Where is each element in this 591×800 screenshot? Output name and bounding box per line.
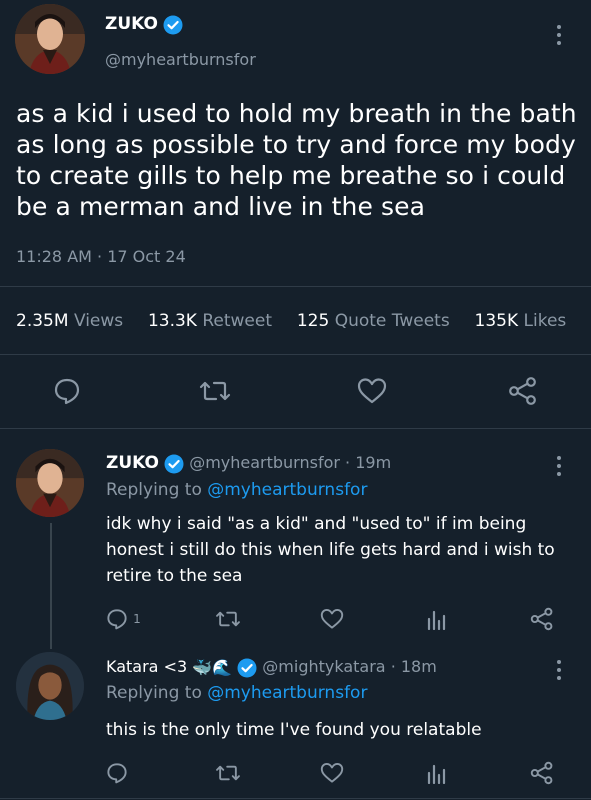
share-icon[interactable] <box>530 607 554 631</box>
reply-text: idk why i said "as a kid" and "used to" … <box>106 514 555 586</box>
retweet-icon[interactable] <box>215 762 241 784</box>
name-emojis: 🐳🌊 <box>192 658 233 677</box>
replying-to: Replying to @myheartburnsfor <box>106 480 368 500</box>
retweet-icon[interactable] <box>199 377 231 405</box>
verified-badge-icon <box>237 658 257 678</box>
likes-stat[interactable]: 135K Likes <box>475 311 567 331</box>
katara-avatar[interactable] <box>16 652 84 720</box>
views-stat[interactable]: 2.35M Views <box>16 311 123 331</box>
retweets-stat[interactable]: 13.3K Retweet <box>148 311 272 331</box>
divider <box>0 798 591 799</box>
reply-icon[interactable] <box>53 377 81 405</box>
like-icon[interactable] <box>320 608 344 630</box>
reply-handle-time[interactable]: @myheartburnsfor · 19m <box>189 453 391 472</box>
analytics-icon[interactable] <box>426 762 446 784</box>
main-author-handle[interactable]: @myheartburnsfor <box>105 50 256 69</box>
main-more-options-icon[interactable] <box>556 25 562 49</box>
quotes-stat[interactable]: 125 Quote Tweets <box>297 311 450 331</box>
reply-count: 1 <box>133 612 141 626</box>
retweet-icon[interactable] <box>215 608 241 630</box>
like-icon[interactable] <box>320 762 344 784</box>
reply-author-avatar[interactable] <box>16 449 84 517</box>
like-icon[interactable] <box>357 377 387 405</box>
katara-header: Katara <3 🐳🌊 @mightykatara · 18m <box>106 657 437 678</box>
divider <box>0 428 591 429</box>
reply-more-options-icon[interactable] <box>556 456 562 480</box>
main-tweet-timestamp[interactable]: 11:28 AM · 17 Oct 24 <box>16 247 186 266</box>
share-icon[interactable] <box>508 376 538 406</box>
katara-reply-text: this is the only time I've found you rel… <box>106 720 482 740</box>
share-icon[interactable] <box>530 761 554 785</box>
main-author-name-row: ZUKO <box>105 14 183 35</box>
katara-replying-to: Replying to @myheartburnsfor <box>106 683 368 703</box>
main-tweet-text: as a kid i used to hold my breath in the… <box>16 99 577 221</box>
thread-connector-line <box>50 523 52 649</box>
reply-reply-button[interactable]: 1 <box>106 608 141 630</box>
divider <box>0 354 591 355</box>
reply-author-name[interactable]: ZUKO <box>106 453 159 473</box>
katara-handle-time[interactable]: @mightykatara · 18m <box>262 657 437 676</box>
katara-replying-to-handle[interactable]: @myheartburnsfor <box>207 683 367 703</box>
katara-author-name[interactable]: Katara <3 <box>106 657 187 676</box>
replying-to-handle[interactable]: @myheartburnsfor <box>207 480 367 500</box>
reply-icon <box>106 608 128 630</box>
tweet-stats: 2.35M Views 13.3K Retweet 125 Quote Twee… <box>16 311 566 331</box>
divider <box>0 286 591 287</box>
verified-badge-icon <box>164 454 184 474</box>
verified-badge-icon <box>163 15 183 35</box>
reply-header: ZUKO @myheartburnsfor · 19m <box>106 453 391 474</box>
reply-icon[interactable] <box>106 762 128 784</box>
katara-more-options-icon[interactable] <box>556 660 562 684</box>
analytics-icon[interactable] <box>426 608 446 630</box>
main-author-name[interactable]: ZUKO <box>105 14 158 34</box>
main-author-avatar[interactable] <box>15 4 85 74</box>
